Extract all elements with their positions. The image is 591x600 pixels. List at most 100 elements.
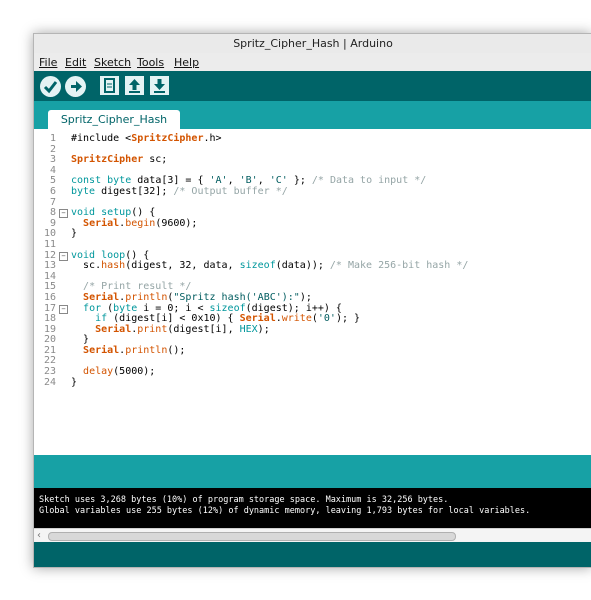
status-bar <box>34 455 591 488</box>
code-line[interactable]: sc.hash(digest, 32, data, sizeof(data));… <box>71 260 469 272</box>
fold-toggle-icon[interactable]: − <box>59 209 68 219</box>
menu-file[interactable]: File <box>39 56 57 69</box>
code-line[interactable]: } <box>71 376 468 389</box>
code-token: print <box>137 323 168 335</box>
verify-button[interactable] <box>40 76 61 97</box>
tab-label: Spritz_Cipher_Hash <box>60 113 168 126</box>
code-line[interactable]: #include <SpritzCipher.h> <box>71 133 468 145</box>
menu-help[interactable]: Help <box>174 56 199 69</box>
code-line[interactable]: Serial.begin(9600); <box>71 217 468 230</box>
fold-toggle-icon[interactable]: − <box>59 304 68 314</box>
save-button[interactable] <box>150 76 169 95</box>
code-line[interactable]: Serial.println(); <box>71 344 468 357</box>
code-token: (data)); <box>275 260 330 272</box>
code-token: /* Data to input */ <box>311 175 427 187</box>
scroll-left-icon[interactable]: ‹ <box>37 529 41 543</box>
code-token: () { <box>131 207 156 219</box>
code-token: void <box>71 249 96 261</box>
tab-strip: Spritz_Cipher_Hash <box>34 101 591 129</box>
window-title: Spritz_Cipher_Hash | Arduino <box>233 37 393 50</box>
code-token: (); <box>167 344 186 356</box>
code-token: println <box>125 291 168 303</box>
code-token: } <box>71 334 90 346</box>
code-line[interactable]: byte digest[32]; /* Output buffer */ <box>71 185 468 198</box>
code-token: ); <box>299 291 312 303</box>
code-token: ); } <box>335 313 361 325</box>
code-token: }; <box>287 175 312 187</box>
menu-edit-label: Edit <box>65 56 87 69</box>
menu-file-label: File <box>39 56 58 69</box>
scrollbar-thumb[interactable] <box>48 532 456 541</box>
code-line[interactable]: SpritzCipher sc; <box>71 154 468 166</box>
code-line[interactable]: delay(5000); <box>71 366 468 378</box>
code-editor[interactable]: 1 2 3 4 5 6 7 8−9 10 11 12−13 14 15 16 17−18 19 20 21 22 23… <box>34 129 591 455</box>
fold-toggle-icon[interactable]: − <box>59 251 68 261</box>
code-token: } <box>71 228 78 240</box>
upload-icon <box>71 81 82 92</box>
code-token: } <box>71 376 78 388</box>
code-token: byte <box>113 302 138 314</box>
verify-icon <box>43 81 58 94</box>
line-number: 16 <box>43 291 56 303</box>
tab-spritz-cipher-hash[interactable]: Spritz_Cipher_Hash <box>48 110 180 129</box>
code-token: const <box>71 175 102 187</box>
menu-sketch[interactable]: Sketch <box>94 56 131 69</box>
code-token: setup <box>101 207 132 219</box>
open-icon <box>129 79 140 93</box>
code-token: (digest, 32, data, <box>125 260 240 272</box>
code-token: /* Output buffer */ <box>173 185 288 197</box>
code-token: ); <box>257 323 270 335</box>
line-number: 6 <box>49 185 56 197</box>
code-token: begin <box>125 217 156 229</box>
code-token: write <box>281 313 312 325</box>
code-token: Serial <box>239 313 276 325</box>
code-token: i = 0; i < <box>137 302 210 314</box>
code-token: loop <box>101 249 126 261</box>
menu-help-label: Help <box>174 56 200 69</box>
menu-tools[interactable]: Tools <box>137 56 164 69</box>
title-bar: Spritz_Cipher_Hash | Arduino <box>34 34 591 53</box>
new-icon <box>104 78 115 93</box>
open-button[interactable] <box>125 76 144 95</box>
menu-sketch-label: Sketch <box>94 56 132 69</box>
code-token: "Spritz hash('ABC'):" <box>173 291 300 303</box>
code-token: (digest[i] < 0x10) { <box>107 313 240 325</box>
horizontal-scrollbar[interactable]: ‹ <box>34 528 591 543</box>
code-token: 'B' <box>239 175 258 187</box>
code-token: () { <box>125 249 150 261</box>
code-token: /* Print result */ <box>83 281 192 293</box>
code-token: 'A' <box>209 175 228 187</box>
code-token: ( <box>101 302 114 314</box>
code-line[interactable]: } <box>71 229 468 240</box>
code-token: delay <box>83 366 114 378</box>
code-token: (5000); <box>113 366 156 378</box>
code-text[interactable]: #include <SpritzCipher.h> SpritzCipher sc… <box>71 133 469 389</box>
code-token: data[3] = { <box>131 175 210 187</box>
console-line: Global variables use 255 bytes (12%) of … <box>39 506 531 516</box>
code-token: byte <box>107 175 132 187</box>
code-token: (9600); <box>155 217 198 229</box>
code-token: sizeof <box>209 302 246 314</box>
code-token: /* Make 256-bit hash */ <box>329 260 469 272</box>
code-line[interactable]: Serial.print(digest[i], HEX); <box>71 323 468 336</box>
arduino-ide-window: Spritz_Cipher_Hash | Arduino File Edit S… <box>33 33 591 568</box>
menu-bar: File Edit Sketch Tools Help <box>34 53 591 71</box>
code-token: Serial <box>95 323 132 335</box>
code-token: void <box>71 207 96 219</box>
code-token: , <box>257 175 270 187</box>
upload-button[interactable] <box>65 76 86 97</box>
menu-edit[interactable]: Edit <box>65 56 86 69</box>
code-token: sc; <box>143 154 168 166</box>
bottom-bar <box>34 542 591 567</box>
new-button[interactable] <box>100 76 119 95</box>
code-token: HEX <box>239 323 258 335</box>
code-token: Serial <box>83 217 120 229</box>
code-token: sc. <box>71 260 102 272</box>
code-token: '0' <box>317 313 336 325</box>
code-token: sizeof <box>239 260 276 272</box>
code-token: Serial <box>83 344 120 356</box>
code-token: hash <box>101 260 126 272</box>
